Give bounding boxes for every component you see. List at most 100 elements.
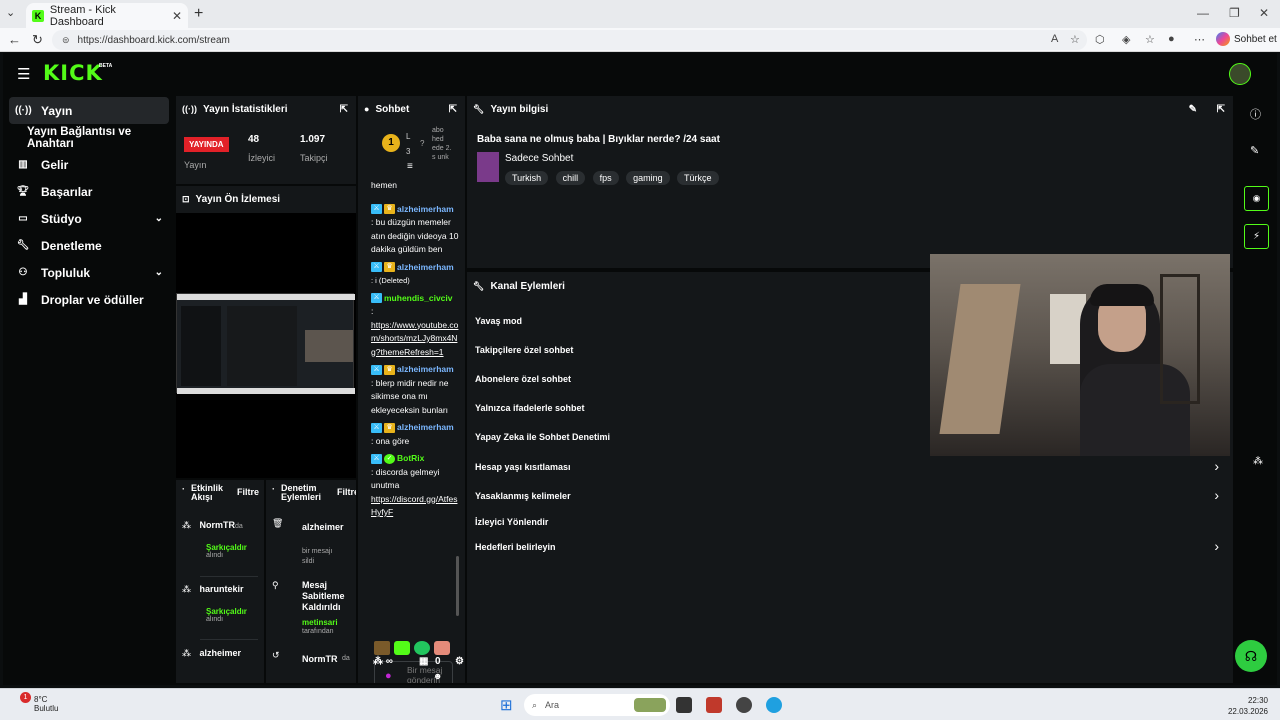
chevron-right-icon[interactable]: › bbox=[1214, 458, 1219, 474]
chat-username[interactable]: BotRix bbox=[397, 453, 424, 463]
back-icon[interactable]: ← bbox=[8, 32, 21, 47]
action-emotes-only[interactable]: Yalnızca ifadelerle sohbet bbox=[475, 403, 585, 413]
minimize-icon[interactable]: — bbox=[1197, 6, 1209, 20]
panel-title: Kanal Eylemleri bbox=[490, 280, 565, 292]
chat-username[interactable]: muhendis_civciv bbox=[384, 293, 453, 303]
action-set-goals[interactable]: Hedefleri belirleyin bbox=[475, 542, 556, 552]
focus-icon[interactable]: ◉ bbox=[1244, 186, 1269, 211]
sidebar-item-basarilar[interactable]: 🏆︎ Başarılar bbox=[3, 178, 173, 205]
chat-messages[interactable]: hemen ⚔ ♛ alzheimerham : bu düzgün memeler… bbox=[358, 179, 465, 631]
mod-badge-icon: ⚔ bbox=[371, 262, 382, 273]
action-ai-moderation[interactable]: Yapay Zeka ile Sohbet Denetimi bbox=[475, 432, 610, 442]
profile-icon[interactable]: ● bbox=[1168, 33, 1175, 45]
wrench-icon: 🔧︎ bbox=[16, 240, 30, 251]
activity-user[interactable]: haruntekir bbox=[200, 584, 244, 594]
user-avatar[interactable] bbox=[1229, 63, 1251, 85]
preview-video[interactable] bbox=[176, 293, 355, 394]
system-clock[interactable]: 22:30 22.03.2026 bbox=[1228, 695, 1268, 717]
settings-gear-icon[interactable]: ⚙ bbox=[455, 656, 464, 667]
maximize-icon[interactable]: ❐ bbox=[1229, 6, 1240, 20]
site-info-icon[interactable]: ⊜ bbox=[62, 35, 70, 46]
filter-button[interactable]: Filtre bbox=[237, 487, 259, 497]
copilot-button[interactable]: Sohbet et bbox=[1216, 32, 1277, 46]
favorite-star-icon[interactable]: ☆ bbox=[1070, 33, 1080, 46]
panel-title: Yayın İstatistikleri bbox=[203, 103, 288, 115]
sidebar-item-yayin[interactable]: ((·)) Yayın bbox=[9, 97, 169, 124]
edit-pencil-icon[interactable]: ✎ bbox=[1189, 104, 1197, 115]
app-icon[interactable] bbox=[736, 697, 752, 713]
copilot-label: Sohbet et bbox=[1234, 33, 1277, 45]
read-aloud-icon[interactable]: A bbox=[1051, 33, 1058, 45]
task-view-icon[interactable] bbox=[676, 697, 692, 713]
sidebar-item-gelir[interactable]: ▥ Gelir bbox=[3, 151, 173, 178]
action-banned-words[interactable]: Yasaklanmış kelimeler bbox=[475, 491, 571, 501]
emote-icon[interactable] bbox=[414, 641, 430, 655]
weather-widget[interactable]: 1 8°C Bulutlu bbox=[14, 692, 58, 713]
sidebar-item-denetleme[interactable]: 🔧︎ Denetleme bbox=[3, 232, 173, 259]
users-icon[interactable]: ⁂ bbox=[373, 656, 383, 667]
panel-header: · Etkinlik Akışı Filtre bbox=[176, 480, 264, 510]
chat-username[interactable]: alzheimerham bbox=[397, 204, 454, 214]
new-tab-icon[interactable]: + bbox=[194, 5, 203, 23]
expand-pinned-icon[interactable]: ≡ bbox=[407, 161, 413, 172]
close-tab-icon[interactable]: ✕ bbox=[172, 9, 182, 23]
sidebar-item-label: Yayın Bağlantısı ve Anahtarı bbox=[27, 125, 132, 150]
wrench-icon: 🔧︎ bbox=[473, 280, 485, 291]
chat-username[interactable]: alzheimerham bbox=[397, 262, 454, 272]
support-chat-button[interactable]: ☊ bbox=[1235, 640, 1267, 672]
popout-icon[interactable]: ⇱ bbox=[1217, 104, 1225, 115]
app-icon[interactable] bbox=[706, 697, 722, 713]
chat-link[interactable]: https://www.youtube.com/shorts/mzLJy8mx4… bbox=[371, 320, 458, 357]
activity-user[interactable]: alzheimer bbox=[200, 648, 242, 658]
sidebar-item-topluluk[interactable]: ⚇ Topluluk ⌄ bbox=[3, 259, 173, 286]
chevron-right-icon[interactable]: › bbox=[1214, 487, 1219, 503]
url-input[interactable]: ⊜ https://dashboard.kick.com/stream bbox=[52, 30, 1087, 50]
help-icon: ? bbox=[420, 139, 425, 148]
emote-icon[interactable] bbox=[394, 641, 410, 655]
sidebar-item-droplar[interactable]: ▟ Droplar ve ödüller bbox=[3, 286, 173, 313]
shield-icon[interactable]: ◈ bbox=[1122, 33, 1130, 46]
action-followers-only[interactable]: Takipçilere özel sohbet bbox=[475, 345, 573, 355]
popout-icon[interactable]: ⇱ bbox=[449, 104, 457, 115]
chat-message: ⚔ ♛ alzheimerham : ona göre bbox=[358, 421, 465, 452]
popout-icon[interactable]: ⇱ bbox=[340, 104, 348, 115]
lightning-icon[interactable]: ⚡︎ bbox=[1244, 224, 1269, 249]
more-menu-icon[interactable]: ⋯ bbox=[1194, 33, 1205, 46]
chat-username[interactable]: alzheimerham bbox=[397, 422, 454, 432]
extensions-icon[interactable]: ⬡ bbox=[1095, 33, 1105, 46]
collections-icon[interactable]: ☆ bbox=[1145, 33, 1155, 46]
browser-tab[interactable]: K Stream - Kick Dashboard ✕ bbox=[26, 3, 188, 28]
emote-icon[interactable] bbox=[434, 641, 450, 655]
mod-line2: sildi bbox=[302, 558, 315, 565]
close-window-icon[interactable]: ✕ bbox=[1259, 6, 1269, 20]
action-account-age[interactable]: Hesap yaşı kısıtlaması bbox=[475, 462, 571, 472]
menu-icon[interactable]: ☰ bbox=[17, 65, 30, 83]
edit-pencil-icon[interactable]: ✎ bbox=[1250, 144, 1259, 157]
chat-username[interactable]: alzheimerham bbox=[397, 364, 454, 374]
filter-button[interactable]: Filtre bbox=[337, 487, 356, 497]
search-icon: ⌕ bbox=[532, 699, 538, 710]
vip-badge-icon: ♛ bbox=[384, 364, 395, 375]
unpin-icon: ⚲ bbox=[272, 580, 279, 590]
activity-suffix: da bbox=[235, 523, 243, 530]
users-icon[interactable]: ⁂ bbox=[1253, 456, 1263, 467]
emote-icon[interactable] bbox=[374, 641, 390, 655]
tab-list-icon[interactable]: ⌄ bbox=[6, 6, 15, 19]
windows-start-icon[interactable]: ⊞ bbox=[500, 696, 513, 714]
category-name[interactable]: Sadece Sohbet bbox=[505, 153, 573, 164]
action-slow-mode[interactable]: Yavaş mod bbox=[475, 316, 522, 326]
kick-logo[interactable]: KICK bbox=[43, 61, 103, 85]
sidebar-item-studyo[interactable]: ▭ Stüdyo ⌄ bbox=[3, 205, 173, 232]
info-icon[interactable]: ⓘ bbox=[1250, 106, 1261, 122]
action-subscribers-only[interactable]: Abonelere özel sohbet bbox=[475, 374, 571, 384]
activity-user[interactable]: NormTR bbox=[200, 520, 236, 530]
chevron-right-icon[interactable]: › bbox=[1214, 538, 1219, 554]
reload-icon[interactable]: ↻ bbox=[32, 32, 43, 48]
taskbar-search[interactable]: ⌕ Ara bbox=[524, 694, 670, 716]
store-icon[interactable]: ▦ bbox=[419, 656, 428, 667]
edge-browser-icon[interactable] bbox=[766, 697, 782, 713]
chat-link[interactable]: https://discord.gg/AtfesHyfyF bbox=[371, 494, 457, 518]
sidebar-item-stream-key[interactable]: Yayın Bağlantısı ve Anahtarı bbox=[3, 124, 173, 151]
chat-scrollbar[interactable] bbox=[456, 556, 459, 616]
action-redirect-viewers[interactable]: İzleyici Yönlendir bbox=[475, 517, 548, 527]
